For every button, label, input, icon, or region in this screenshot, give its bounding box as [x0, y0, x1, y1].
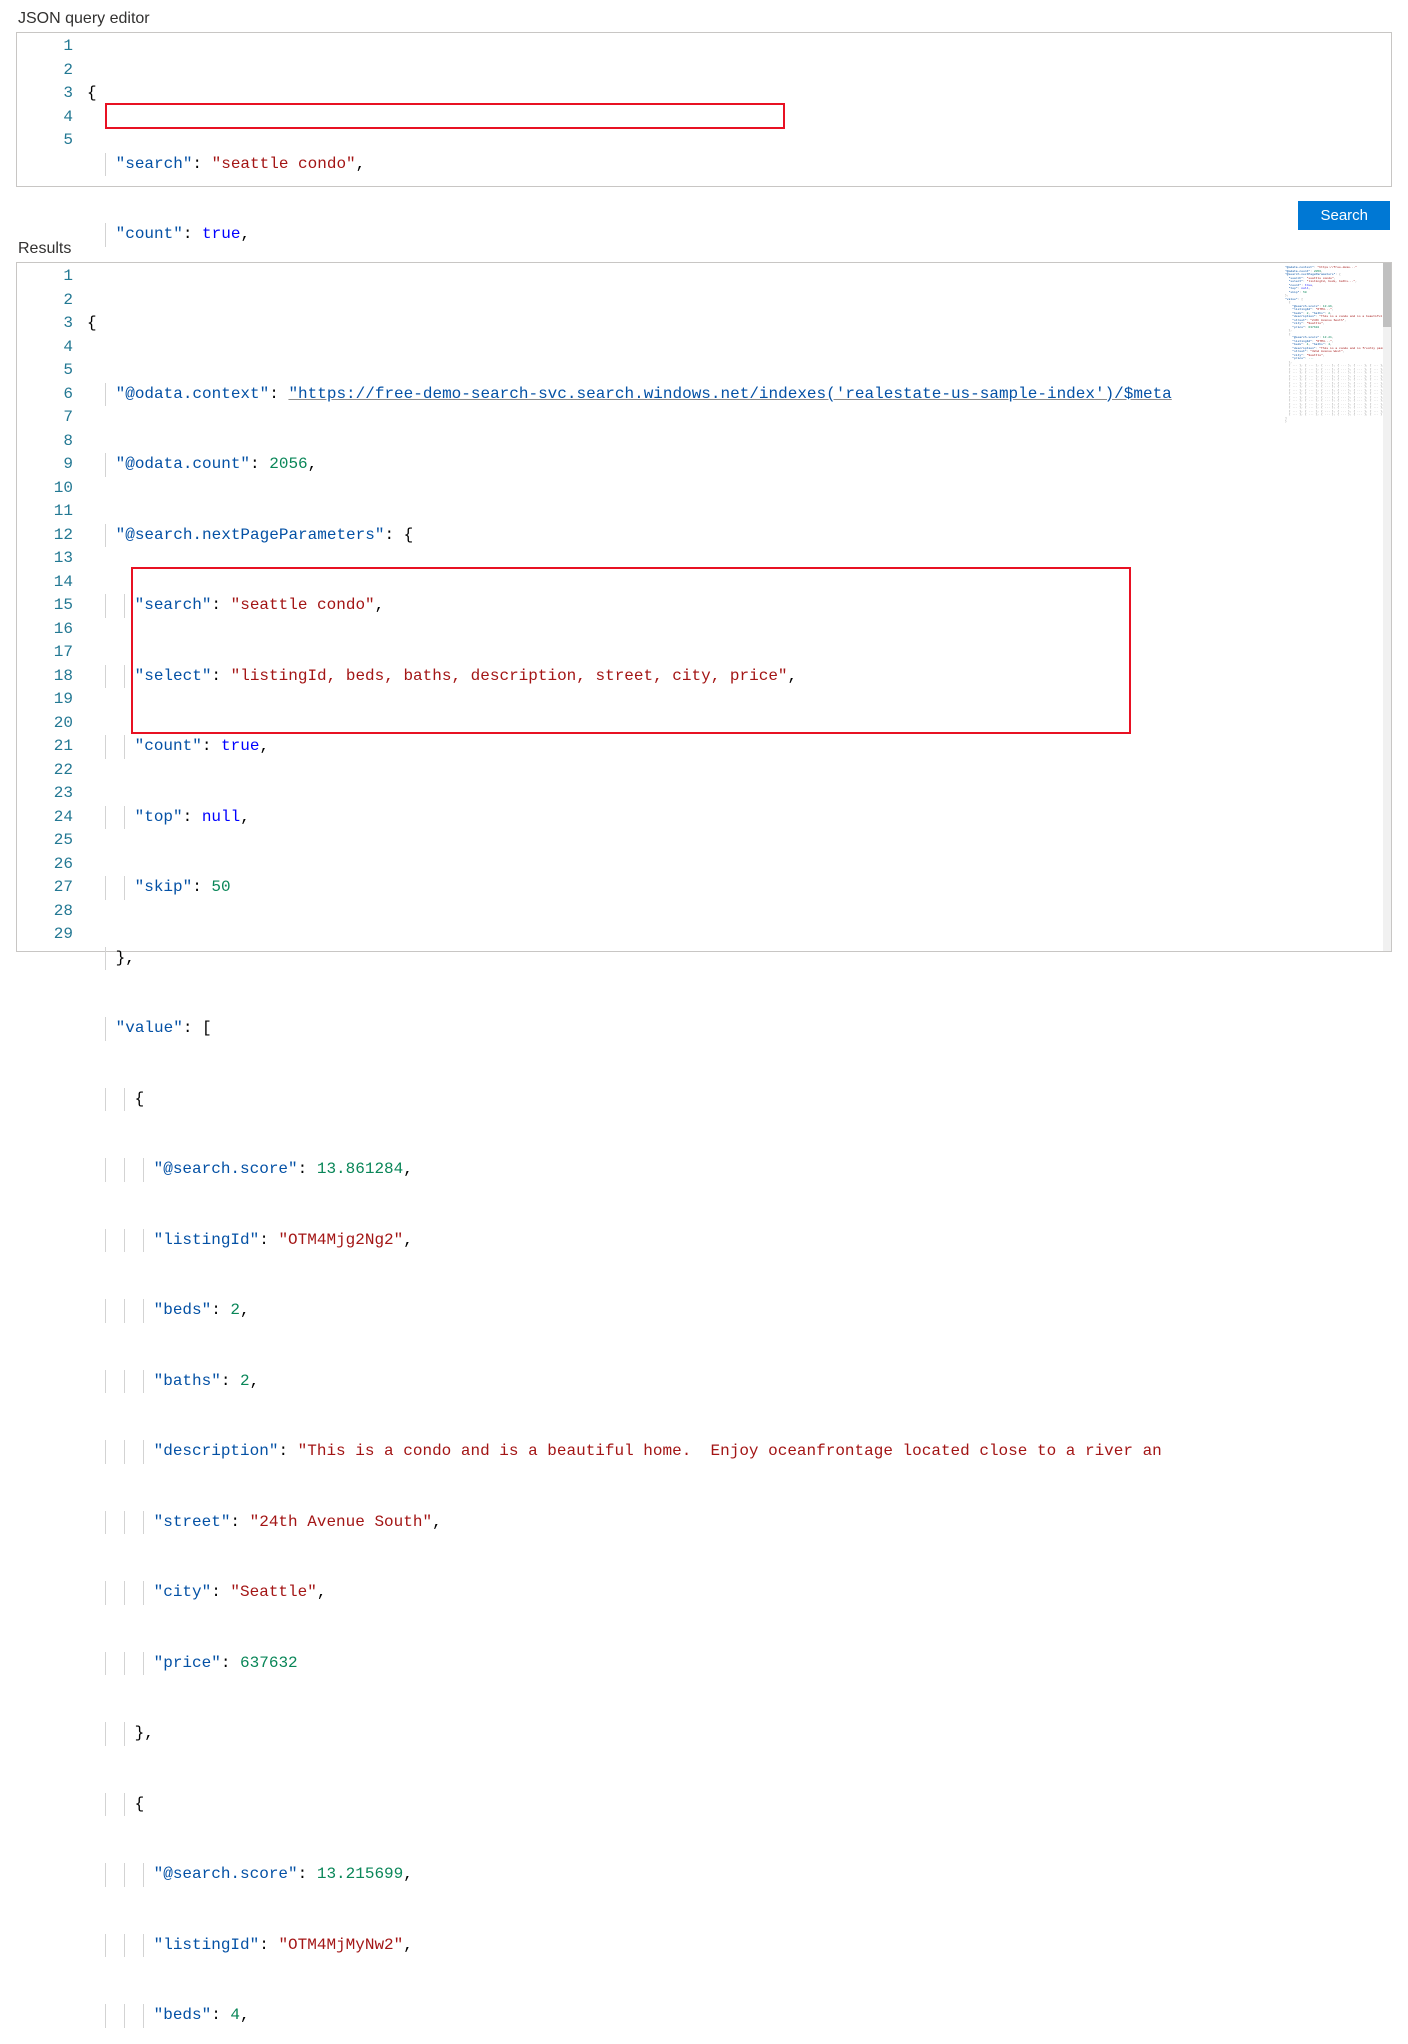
minimap[interactable]: "@odata.context": "https://free-demo..."…: [1283, 264, 1383, 934]
results-code[interactable]: { "@odata.context": "https://free-demo-s…: [87, 265, 1391, 2044]
results-scrollbar[interactable]: [1383, 263, 1391, 951]
query-editor-label: JSON query editor: [18, 10, 1392, 28]
query-highlight-box: [105, 103, 785, 129]
results-gutter: 123 456 789 101112 131415 161718 192021 …: [17, 265, 87, 2044]
results-highlight-box: [131, 567, 1131, 734]
results-editor[interactable]: 123 456 789 101112 131415 161718 192021 …: [16, 262, 1392, 952]
results-scrollbar-thumb[interactable]: [1383, 263, 1391, 327]
query-editor[interactable]: 1 2 3 4 5 { "search": "seattle condo", "…: [16, 32, 1392, 187]
